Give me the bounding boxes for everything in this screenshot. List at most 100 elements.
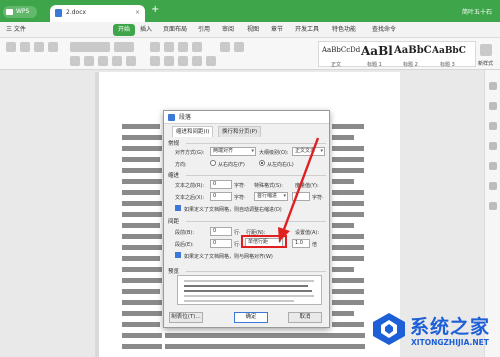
sidebar-tool-icon[interactable] xyxy=(489,142,497,150)
indent-after-value: 0 xyxy=(213,193,217,199)
document-text-line xyxy=(122,223,160,228)
document-text-line xyxy=(122,289,160,294)
sidebar-tool-icon[interactable] xyxy=(489,122,497,130)
document-text-line xyxy=(122,201,162,206)
document-text-line xyxy=(122,190,160,195)
style-heading1-name: 标题 1 xyxy=(367,62,382,68)
space-before-label: 段前(B): xyxy=(175,230,195,236)
new-style-icon[interactable] xyxy=(480,44,492,56)
sidebar-tool-icon[interactable] xyxy=(489,182,497,190)
spacing-grid-checkbox[interactable] xyxy=(175,252,181,258)
document-text-line xyxy=(122,267,162,272)
close-tab-icon[interactable]: × xyxy=(135,5,140,21)
menu-insert[interactable]: 插入 xyxy=(140,22,152,38)
format-painter-icon[interactable] xyxy=(48,42,58,52)
indent-grid-checkbox[interactable] xyxy=(175,205,181,211)
document-text-line xyxy=(332,201,364,206)
sidebar-tool-icon[interactable] xyxy=(489,102,497,110)
dialog-title-bar[interactable]: 段落 xyxy=(164,111,329,124)
document-tab-label: 2.docx xyxy=(66,9,87,16)
tab-stops-button[interactable]: 制表位(T)... xyxy=(169,312,203,323)
line-spacing-icon[interactable] xyxy=(206,56,216,66)
bold-icon[interactable] xyxy=(70,56,80,66)
align-left-icon[interactable] xyxy=(150,56,160,66)
show-marks-icon[interactable] xyxy=(234,42,244,52)
menu-features[interactable]: 特色功能 xyxy=(332,22,356,38)
align-center-icon[interactable] xyxy=(164,56,174,66)
document-text-line xyxy=(122,333,162,338)
style-heading2-sample[interactable]: AaBbC xyxy=(394,45,432,56)
measure-unit: 字符· xyxy=(312,195,324,201)
wps-home-tab[interactable]: WPS xyxy=(3,6,37,18)
sidebar-tool-icon[interactable] xyxy=(489,162,497,170)
style-heading3-sample[interactable]: AaBbC xyxy=(432,46,466,56)
outline-level-select[interactable]: 正文文本 ▾ xyxy=(292,147,325,156)
bullet-list-icon[interactable] xyxy=(150,42,160,52)
document-text-line xyxy=(332,124,364,129)
justify-icon[interactable] xyxy=(192,56,202,66)
direction-rtl-radio[interactable] xyxy=(210,160,216,166)
space-before-input[interactable]: 0 xyxy=(210,227,232,236)
direction-ltr-radio[interactable] xyxy=(259,160,265,166)
indent-before-input[interactable]: 0 xyxy=(210,180,232,189)
paste-icon[interactable] xyxy=(6,42,16,52)
style-normal-name: 正文 xyxy=(331,62,342,68)
space-after-input[interactable]: 0 xyxy=(210,239,232,248)
document-text-line xyxy=(122,300,162,305)
italic-icon[interactable] xyxy=(84,56,94,66)
sidebar-tool-icon[interactable] xyxy=(489,82,497,90)
indent-increase-icon[interactable] xyxy=(192,42,202,52)
sort-icon[interactable] xyxy=(220,42,230,52)
indent-after-input[interactable]: 0 xyxy=(210,192,232,201)
font-name-select[interactable] xyxy=(70,42,110,52)
setting-value-input[interactable]: 1.0 xyxy=(292,239,310,248)
new-tab-button[interactable]: + xyxy=(151,4,159,15)
document-icon xyxy=(55,9,62,17)
style-normal-sample[interactable]: AaBbCcDd xyxy=(322,46,360,54)
tab-indent-spacing[interactable]: 缩进和间距(I) xyxy=(172,126,214,137)
document-tab[interactable]: 2.docx × xyxy=(50,5,145,22)
setting-value: 1.0 xyxy=(295,240,303,246)
special-format-select[interactable]: 首行缩进 ▾ xyxy=(254,192,288,201)
menu-page-layout[interactable]: 页面布局 xyxy=(163,22,187,38)
copy-icon[interactable] xyxy=(34,42,44,52)
watermark-text: 系统之家 xyxy=(410,316,491,338)
preview-line xyxy=(184,295,314,297)
document-text-line xyxy=(332,212,364,217)
menu-home[interactable]: 开始 xyxy=(113,24,136,36)
space-after-unit: 行· xyxy=(234,242,241,248)
preview-pane xyxy=(177,275,322,305)
menu-view[interactable]: 视图 xyxy=(247,22,259,38)
user-name[interactable]: 简叶五十石 xyxy=(462,7,492,16)
menu-file[interactable]: 三 文件 xyxy=(6,22,26,38)
sidebar-tool-icon[interactable] xyxy=(489,202,497,210)
font-size-select[interactable] xyxy=(114,42,134,52)
menu-section[interactable]: 章节 xyxy=(271,22,283,38)
strikethrough-icon[interactable] xyxy=(112,56,122,66)
alignment-select[interactable]: 两端对齐 ▾ xyxy=(210,147,256,156)
cut-icon[interactable] xyxy=(20,42,30,52)
document-text-line xyxy=(122,245,162,250)
cancel-button[interactable]: 取消 xyxy=(288,312,322,323)
document-text-line xyxy=(122,278,162,283)
indent-after-label: 文本之后(X): xyxy=(175,195,205,201)
menu-review[interactable]: 审阅 xyxy=(222,22,234,38)
menu-developer[interactable]: 开发工具 xyxy=(295,22,319,38)
document-text-line xyxy=(122,344,162,349)
font-color-icon[interactable] xyxy=(126,56,136,66)
measure-input[interactable]: 2 xyxy=(292,192,310,201)
menu-references[interactable]: 引用 xyxy=(198,22,210,38)
indent-grid-label: 如果定义了文档网格，则自动调整右缩进(D) xyxy=(184,207,282,213)
document-text-line xyxy=(332,135,354,140)
style-heading1-sample[interactable]: AaBl xyxy=(361,44,393,58)
underline-icon[interactable] xyxy=(98,56,108,66)
indent-before-unit: 字符· xyxy=(234,183,246,189)
document-text-line xyxy=(332,278,364,283)
number-list-icon[interactable] xyxy=(164,42,174,52)
ok-button[interactable]: 确定 xyxy=(234,312,268,323)
menu-search[interactable]: 查找命令 xyxy=(372,22,396,38)
indent-decrease-icon[interactable] xyxy=(178,42,188,52)
align-right-icon[interactable] xyxy=(178,56,188,66)
document-text-line xyxy=(165,344,365,349)
tab-line-page-breaks[interactable]: 换行和分页(P) xyxy=(218,126,262,137)
